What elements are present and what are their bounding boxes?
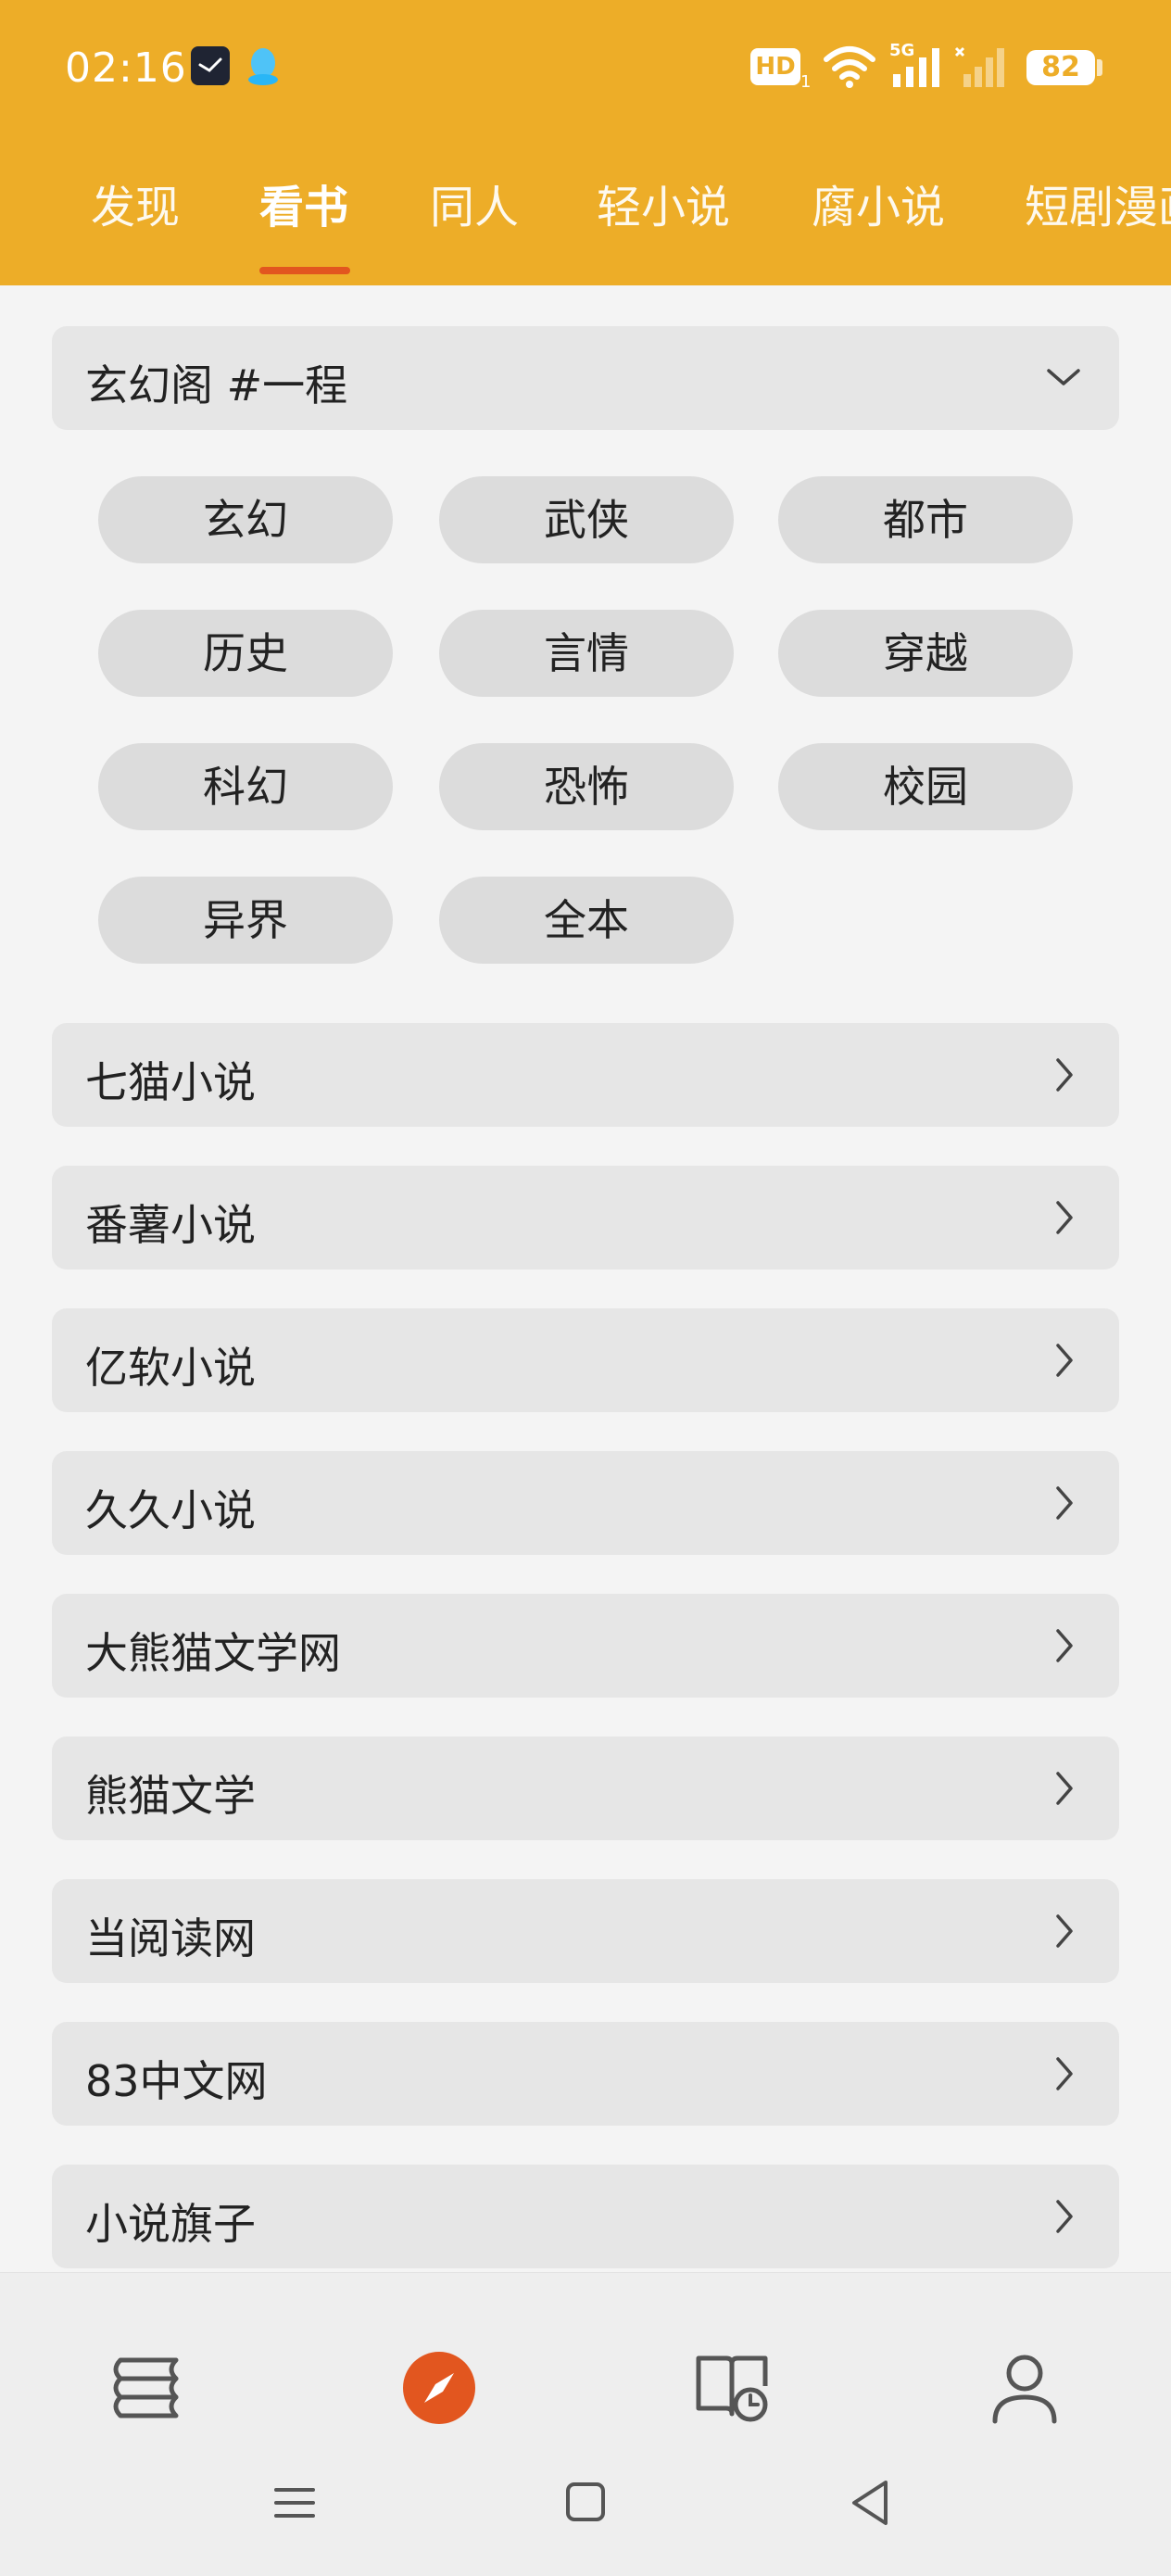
- tab-light-novel[interactable]: 轻小说: [597, 170, 730, 235]
- tab-discover[interactable]: 发现: [91, 170, 180, 235]
- source-label: 七猫小说: [85, 1057, 256, 1107]
- chip-quanben[interactable]: 全本: [439, 877, 734, 964]
- source-label: 久久小说: [85, 1485, 256, 1535]
- battery-level: 82: [1026, 50, 1095, 85]
- chevron-down-icon: [1045, 360, 1082, 397]
- source-item-dangyuedu[interactable]: 当阅读网: [52, 1879, 1119, 1983]
- source-item-xiongmao[interactable]: 熊猫文学: [52, 1736, 1119, 1840]
- compass-icon[interactable]: [400, 2349, 478, 2427]
- status-time: 02:16: [65, 44, 187, 92]
- chip-dushi[interactable]: 都市: [778, 476, 1073, 563]
- hd-voice-badge: HD: [750, 48, 800, 85]
- chevron-right-icon: [1045, 2198, 1082, 2235]
- app-header: 02:16 HD 1 5G 82 发现 看书 同人 轻小说 腐小说 短剧漫: [0, 0, 1171, 285]
- chip-kehuan[interactable]: 科幻: [98, 743, 393, 830]
- clock-app-icon: [191, 46, 230, 85]
- menu-icon[interactable]: [267, 2477, 322, 2529]
- chevron-right-icon: [1045, 2055, 1082, 2092]
- source-item-qimao[interactable]: 七猫小说: [52, 1023, 1119, 1127]
- qq-icon: [245, 46, 282, 87]
- source-item-xiaoshuoqizi[interactable]: 小说旗子: [52, 2165, 1119, 2268]
- source-label: 当阅读网: [85, 1913, 256, 1964]
- hd-voice-sub: 1: [800, 72, 812, 92]
- battery-tip: [1097, 59, 1102, 76]
- profile-icon[interactable]: [986, 2349, 1064, 2427]
- chip-yanqing[interactable]: 言情: [439, 610, 734, 697]
- section-header-xuanhuan[interactable]: 玄幻阁 #一程: [52, 326, 1119, 430]
- source-label: 番薯小说: [85, 1200, 256, 1250]
- source-label: 亿软小说: [85, 1343, 256, 1393]
- category-tabs: 发现 看书 同人 轻小说 腐小说 短剧漫画: [0, 158, 1171, 278]
- chevron-right-icon: [1045, 1913, 1082, 1950]
- active-tab-indicator: [259, 267, 350, 274]
- source-item-jiujiu[interactable]: 久久小说: [52, 1451, 1119, 1555]
- tab-reading[interactable]: 看书: [259, 170, 348, 235]
- tab-short-drama-comic[interactable]: 短剧漫画: [1025, 170, 1171, 235]
- source-item-83zhongwen[interactable]: 83中文网: [52, 2022, 1119, 2126]
- source-item-yiruan[interactable]: 亿软小说: [52, 1308, 1119, 1412]
- chip-lishi[interactable]: 历史: [98, 610, 393, 697]
- tab-fanfic[interactable]: 同人: [430, 170, 519, 235]
- chip-wuxia[interactable]: 武侠: [439, 476, 734, 563]
- reading-history-icon[interactable]: [693, 2349, 771, 2427]
- chevron-right-icon: [1045, 1199, 1082, 1236]
- source-label: 熊猫文学: [85, 1771, 256, 1821]
- chip-kongbu[interactable]: 恐怖: [439, 743, 734, 830]
- source-item-fanshu[interactable]: 番薯小说: [52, 1166, 1119, 1269]
- source-label: 大熊猫文学网: [85, 1628, 341, 1678]
- chip-xuanhuan[interactable]: 玄幻: [98, 476, 393, 563]
- source-label: 小说旗子: [85, 2199, 256, 2249]
- chip-xiaoyuan[interactable]: 校园: [778, 743, 1073, 830]
- source-label: 83中文网: [85, 2056, 268, 2106]
- wifi-icon: [823, 44, 876, 89]
- bottom-navigation: [0, 2272, 1171, 2576]
- chip-chuanyue[interactable]: 穿越: [778, 610, 1073, 697]
- section-title: 玄幻阁 #一程: [85, 360, 348, 410]
- chevron-right-icon: [1045, 1342, 1082, 1379]
- bookshelf-icon[interactable]: [107, 2349, 185, 2427]
- tab-bl-novel[interactable]: 腐小说: [812, 170, 945, 235]
- main-content: 玄幻阁 #一程 玄幻 武侠 都市 历史 言情 穿越 科幻 恐怖 校园 异界 全本…: [0, 285, 1171, 2272]
- chevron-right-icon: [1045, 1627, 1082, 1664]
- status-bar: 02:16 HD 1 5G 82: [0, 0, 1171, 139]
- back-icon[interactable]: [843, 2477, 899, 2529]
- chip-yijie[interactable]: 异界: [98, 877, 393, 964]
- chevron-right-icon: [1045, 1484, 1082, 1522]
- chevron-right-icon: [1045, 1056, 1082, 1093]
- chevron-right-icon: [1045, 1770, 1082, 1807]
- home-icon[interactable]: [558, 2477, 613, 2529]
- signal-strength-sim2-icon: [954, 46, 1010, 89]
- source-item-daxiongmao[interactable]: 大熊猫文学网: [52, 1594, 1119, 1698]
- signal-strength-icon: [889, 46, 945, 89]
